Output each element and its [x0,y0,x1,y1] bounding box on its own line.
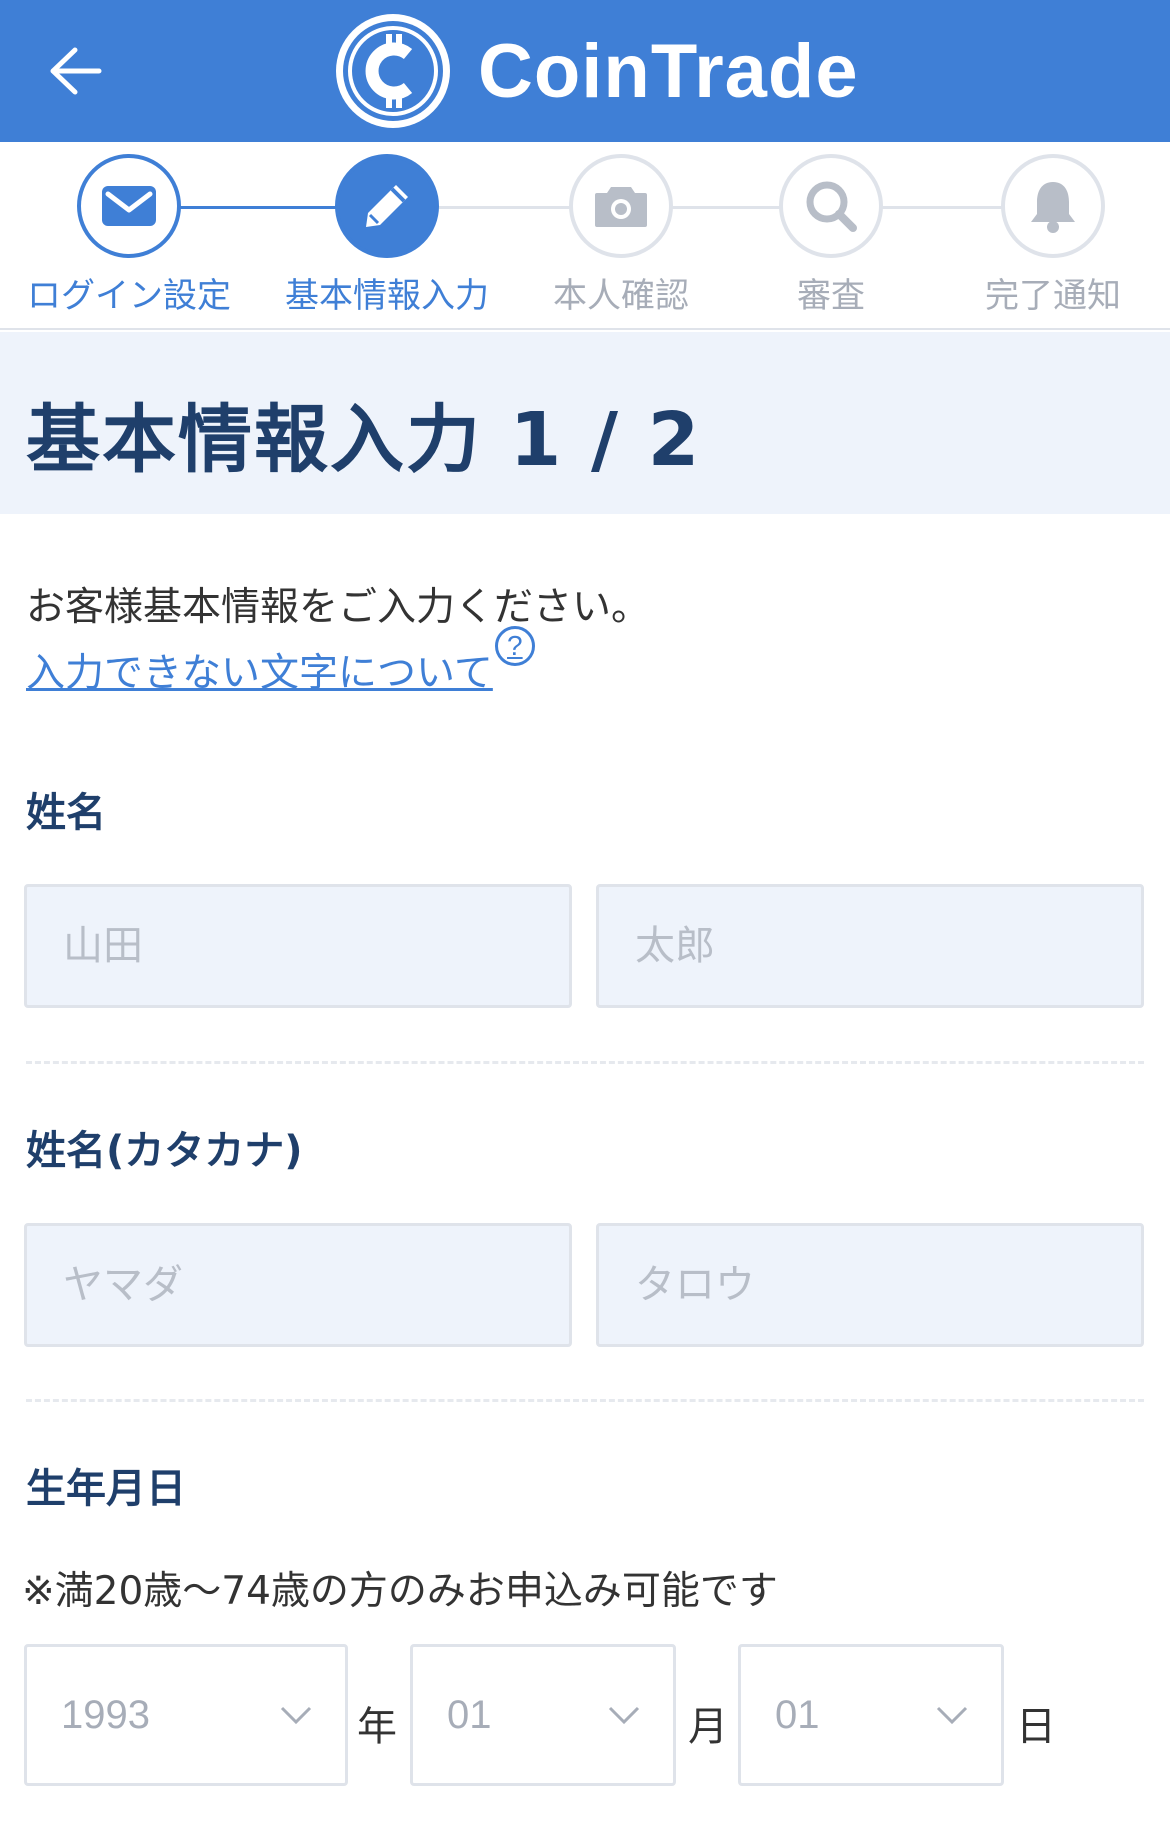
question-icon: ? [494,626,535,666]
step-basic-info: 基本情報入力 [285,154,489,317]
brand-name: CoinTrade [478,28,859,114]
coin-logo-icon [336,14,450,128]
birth-month-value: 01 [447,1692,492,1737]
name-label: 姓名 [26,790,106,836]
day-unit: 日 [1016,1704,1056,1750]
back-button[interactable] [40,36,110,106]
last-name-input[interactable] [24,884,572,1008]
step-completion: 完了通知 [953,154,1153,317]
section-divider [26,1061,1144,1064]
mail-icon [102,186,156,226]
birth-day-value: 01 [775,1692,820,1737]
step-label: 基本情報入力 [285,276,489,316]
search-icon [806,181,857,232]
step-label: ログイン設定 [27,276,231,316]
brand: CoinTrade [336,14,859,128]
step-identity-check: 本人確認 [521,154,721,317]
pencil-icon [366,185,408,227]
back-arrow-icon [50,47,102,95]
birthday-label: 生年月日 [26,1466,186,1512]
chevron-down-icon [608,1706,640,1725]
step-circle [569,154,673,258]
progress-stepper: ログイン設定 基本情報入力 本人確認 審査 完了通知 [0,142,1170,330]
step-label: 本人確認 [553,276,689,316]
birth-month-select[interactable]: 01 [410,1644,676,1786]
step-circle [779,154,883,258]
birth-year-select[interactable]: 1993 [24,1644,348,1786]
birth-day-select[interactable]: 01 [738,1644,1004,1786]
step-review: 審査 [731,154,931,317]
kana-name-label: 姓名(カタカナ) [26,1128,303,1174]
step-label: 審査 [797,276,865,316]
step-circle [335,154,439,258]
chevron-down-icon [280,1706,312,1725]
step-circle [77,154,181,258]
camera-icon [595,187,647,227]
month-unit: 月 [688,1704,728,1750]
bell-icon [1031,182,1075,233]
first-name-kana-input[interactable] [596,1223,1144,1347]
chevron-down-icon [936,1706,968,1725]
age-restriction-note: ※満20歳〜74歳の方のみお申込み可能です [22,1569,778,1614]
section-divider [26,1399,1144,1402]
app-header: CoinTrade [0,0,1170,142]
intro-text: お客様基本情報をご入力ください。 [26,585,651,630]
first-name-input[interactable] [596,884,1144,1008]
step-circle [1001,154,1105,258]
help-link-text: 入力できない文字について [26,651,493,696]
last-name-kana-input[interactable] [24,1223,572,1347]
birth-year-value: 1993 [61,1692,150,1737]
step-label: 完了通知 [985,276,1121,316]
page-title: 基本情報入力 1 / 2 [26,397,702,483]
invalid-characters-link[interactable]: 入力できない文字について ? [26,626,535,698]
step-login-settings: ログイン設定 [27,154,231,317]
year-unit: 年 [357,1704,397,1750]
title-section: 基本情報入力 1 / 2 [0,332,1170,514]
